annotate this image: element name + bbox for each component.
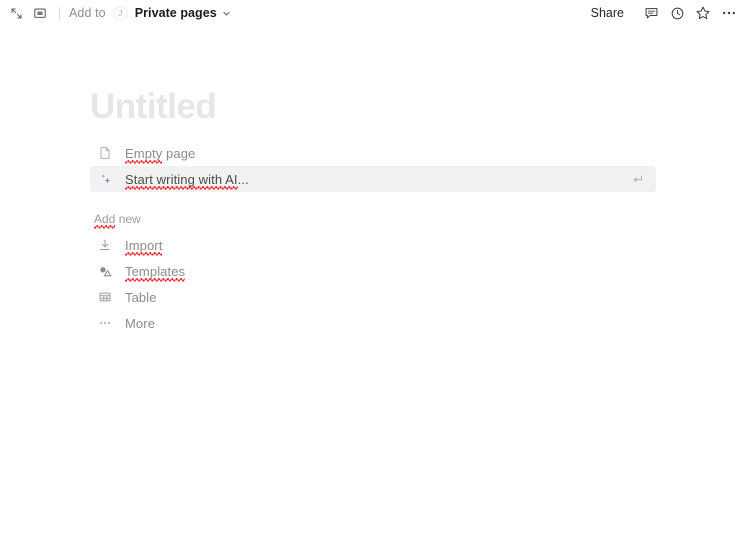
import-icon [94, 238, 116, 252]
new-page-options-menu: Empty page Start writing with AI... Add … [90, 140, 656, 336]
misspelled-word: Start writing with AI [125, 171, 238, 190]
templates-icon [94, 264, 116, 279]
option-start-writing-with-ai[interactable]: Start writing with AI... [90, 166, 656, 192]
misspelled-word: Import [125, 237, 163, 256]
location-name[interactable]: Private pages [135, 6, 217, 20]
add-new-section-label: Add new [94, 212, 141, 226]
enter-key-icon [631, 173, 644, 186]
option-table[interactable]: Table [90, 284, 656, 310]
table-icon [94, 290, 116, 304]
share-button[interactable]: Share [584, 3, 631, 23]
add-to-label: Add to [69, 6, 106, 20]
window-icon[interactable] [28, 2, 52, 24]
ai-sparkle-icon [94, 172, 116, 187]
label-rest: page [162, 145, 196, 161]
misspelled-word: Add [94, 212, 116, 229]
option-import[interactable]: Import [90, 232, 656, 258]
misspelled-word: Empty [125, 145, 163, 164]
label-rest: ... [237, 171, 249, 187]
option-start-writing-with-ai-label: Start writing with AI... [125, 171, 249, 190]
option-empty-page[interactable]: Empty page [90, 140, 656, 166]
collapse-expand-icon[interactable] [4, 2, 28, 24]
option-import-label: Import [125, 237, 163, 256]
top-bar-right-group: Share [584, 0, 742, 26]
toolbar-divider [59, 6, 60, 20]
history-icon[interactable] [664, 2, 690, 24]
comment-icon[interactable] [638, 2, 664, 24]
chevron-down-icon[interactable] [222, 9, 231, 18]
label-rest: Table [125, 289, 157, 305]
misspelled-word: Templates [125, 263, 186, 282]
more-dots-icon [94, 316, 116, 330]
label-rest: new [115, 212, 141, 226]
page-title[interactable]: Untitled [90, 86, 750, 128]
option-more[interactable]: More [90, 310, 656, 336]
option-templates-label: Templates [125, 263, 186, 282]
option-templates[interactable]: Templates [90, 258, 656, 284]
label-rest: More [125, 315, 156, 331]
more-icon[interactable] [716, 2, 742, 24]
top-bar-left-group: Add to J Private pages [4, 2, 231, 24]
option-table-label: Table [125, 290, 157, 305]
page-icon [94, 146, 116, 160]
top-bar: Add to J Private pages Share [0, 0, 750, 26]
star-icon[interactable] [690, 2, 716, 24]
page-content: Untitled Empty page Start writing with A… [0, 86, 750, 336]
avatar[interactable]: J [112, 5, 128, 21]
option-empty-page-label: Empty page [125, 145, 196, 164]
option-more-label: More [125, 316, 155, 331]
